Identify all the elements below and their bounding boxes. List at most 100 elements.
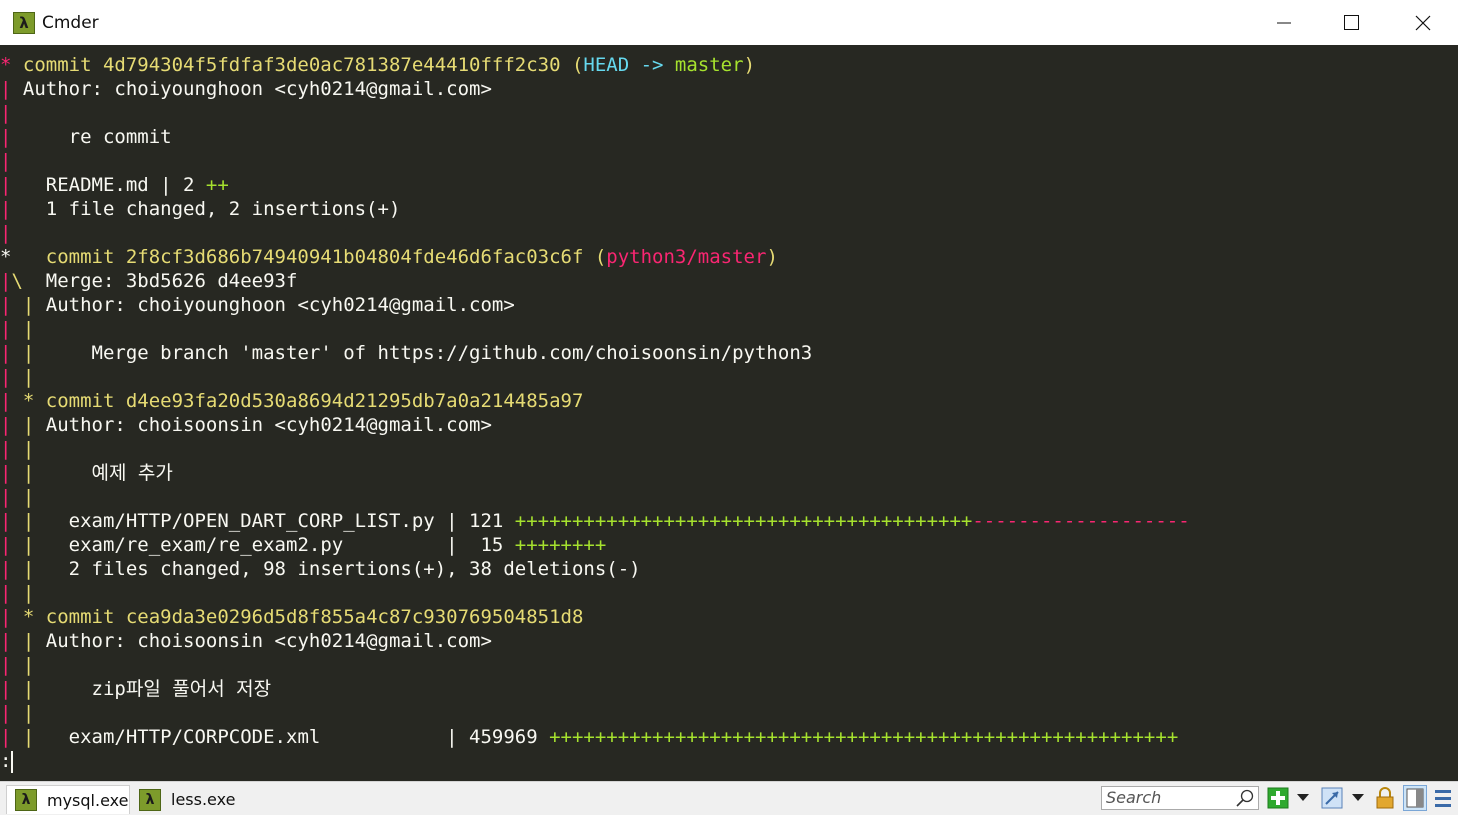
terminal-text: 1 file changed, 2 insertions(+) — [22, 198, 401, 220]
tab-less[interactable]: λ less.exe — [136, 785, 244, 814]
terminal-text: | — [22, 462, 46, 484]
terminal-line: | | — [0, 317, 1190, 341]
terminal-text: | — [0, 150, 23, 172]
lock-icon[interactable] — [1375, 787, 1395, 809]
terminal-text: Merge: 3bd5626 d4ee93f — [45, 270, 298, 292]
dropdown-icon[interactable] — [1297, 794, 1309, 802]
terminal-line: | | exam/HTTP/OPEN_DART_CORP_LIST.py | 1… — [0, 509, 1190, 533]
terminal-text: ++++++++++++++++++++++++++++++++++++++++… — [549, 726, 1179, 748]
tab-label: mysql.exe — [47, 790, 129, 810]
terminal-line: | | Author: choisoonsin <cyh0214@gmail.c… — [0, 413, 1190, 437]
terminal-line: | | 2 files changed, 98 insertions(+), 3… — [0, 557, 1190, 581]
terminal-text: | — [22, 294, 46, 316]
terminal-line: | | — [0, 437, 1190, 461]
terminal-text: README.md | 2 — [22, 174, 206, 196]
terminal-line: : — [0, 749, 1190, 773]
terminal-line: | — [0, 149, 1190, 173]
terminal-text: python3/master — [606, 246, 767, 268]
terminal-line: | — [0, 221, 1190, 245]
terminal-text: | — [0, 222, 23, 244]
terminal-text: ++++++++ — [514, 534, 607, 556]
terminal-line: |\ Merge: 3bd5626 d4ee93f — [0, 269, 1190, 293]
terminal-text: * — [22, 606, 46, 628]
terminal-text: | — [22, 414, 46, 436]
maximize-button[interactable] — [1318, 0, 1386, 45]
terminal-text: | — [22, 654, 46, 676]
terminal-line: * commit 4d794304f5fdfaf3de0ac781387e444… — [0, 53, 1190, 77]
search-placeholder: Search — [1106, 788, 1162, 807]
terminal-text: | — [22, 702, 46, 724]
terminal-line: * commit 2f8cf3d686b74940941b04804fde46d… — [0, 245, 1190, 269]
terminal-line: | — [0, 101, 1190, 125]
terminal-text: * — [0, 54, 23, 76]
terminal-text: ++ — [205, 174, 229, 196]
view-switch-icon[interactable] — [1321, 787, 1343, 809]
terminal-text: Author: choiyounghoon <cyh0214@gmail.com… — [45, 294, 515, 316]
terminal-text: | — [0, 558, 23, 580]
terminal-text: ++++++++++++++++++++++++++++++++++++++++ — [514, 510, 973, 532]
terminal-text: | — [0, 582, 23, 604]
terminal-text: : — [0, 750, 12, 772]
terminal-text: | — [0, 654, 23, 676]
text-cursor — [11, 750, 14, 773]
search-icon[interactable] — [1235, 789, 1255, 807]
terminal-text: * — [22, 390, 46, 412]
terminal-text: | — [0, 78, 23, 100]
terminal-line: | | Author: choiyounghoon <cyh0214@gmail… — [0, 293, 1190, 317]
search-input[interactable]: Search — [1101, 786, 1259, 810]
terminal-output: * commit 4d794304f5fdfaf3de0ac781387e444… — [0, 53, 1190, 773]
terminal-text: ------------------- — [972, 510, 1190, 532]
terminal-text: exam/HTTP/OPEN_DART_CORP_LIST.py | 121 — [45, 510, 515, 532]
terminal-text: \ — [11, 270, 46, 292]
terminal-line: | | — [0, 653, 1190, 677]
terminal-text: Author: choisoonsin <cyh0214@gmail.com> — [45, 414, 492, 436]
terminal-text: * — [0, 246, 46, 268]
terminal-text: zip파일 풀어서 저장 — [45, 678, 272, 700]
terminal-text: exam/re_exam/re_exam2.py | 15 — [45, 534, 515, 556]
minimize-button[interactable] — [1250, 0, 1318, 45]
lambda-icon: λ — [15, 789, 37, 811]
new-console-icon[interactable] — [1267, 787, 1289, 809]
terminal-text: | — [22, 558, 46, 580]
terminal-text: | — [22, 438, 46, 460]
terminal-text: Author: choisoonsin <cyh0214@gmail.com> — [45, 630, 492, 652]
terminal-line: | | — [0, 581, 1190, 605]
terminal-text: | — [22, 342, 46, 364]
menu-icon[interactable] — [1434, 787, 1452, 809]
tab-mysql[interactable]: λ mysql.exe — [6, 785, 130, 814]
terminal-text: | — [22, 534, 46, 556]
terminal-text: | — [22, 630, 46, 652]
terminal-text: 예제 추가 — [45, 462, 173, 484]
terminal-line: | * commit d4ee93fa20d530a8694d21295db7a… — [0, 389, 1190, 413]
terminal-text: commit cea9da3e0296d5d8f855a4c87c9307695… — [45, 606, 584, 628]
close-icon — [1415, 15, 1431, 30]
tab-label: less.exe — [171, 790, 236, 809]
terminal-line: | README.md | 2 ++ — [0, 173, 1190, 197]
terminal-text: Merge branch 'master' of https://github.… — [45, 342, 813, 364]
maximize-icon — [1344, 14, 1359, 30]
terminal-text: | — [0, 270, 12, 292]
terminal-text: commit d4ee93fa20d530a8694d21295db7a0a21… — [45, 390, 584, 412]
lambda-icon: λ — [139, 788, 161, 811]
terminal-text: | — [0, 462, 23, 484]
terminal-text: HEAD -> — [583, 54, 675, 76]
terminal-text: | — [0, 126, 23, 148]
terminal-text: | — [0, 510, 23, 532]
lambda-icon[interactable]: λ — [13, 12, 35, 34]
terminal-text: commit 2f8cf3d686b74940941b04804fde46d6f… — [45, 246, 607, 268]
terminal-text: | — [0, 294, 23, 316]
minimize-icon — [1277, 22, 1291, 23]
terminal-text: | — [0, 198, 23, 220]
terminal-text: | — [0, 486, 23, 508]
terminal-text: | — [0, 438, 23, 460]
terminal-text: | — [22, 318, 46, 340]
terminal-line: | | 예제 추가 — [0, 461, 1190, 485]
close-button[interactable] — [1389, 0, 1457, 45]
terminal-line: | | zip파일 풀어서 저장 — [0, 677, 1190, 701]
status-bar: λ mysql.exe λ less.exe Search — [0, 781, 1458, 815]
terminal-text: | — [22, 726, 46, 748]
dropdown-icon[interactable] — [1352, 794, 1364, 802]
terminal-area[interactable]: * commit 4d794304f5fdfaf3de0ac781387e444… — [0, 45, 1458, 781]
split-view-icon[interactable] — [1403, 785, 1427, 811]
terminal-line: | | — [0, 365, 1190, 389]
